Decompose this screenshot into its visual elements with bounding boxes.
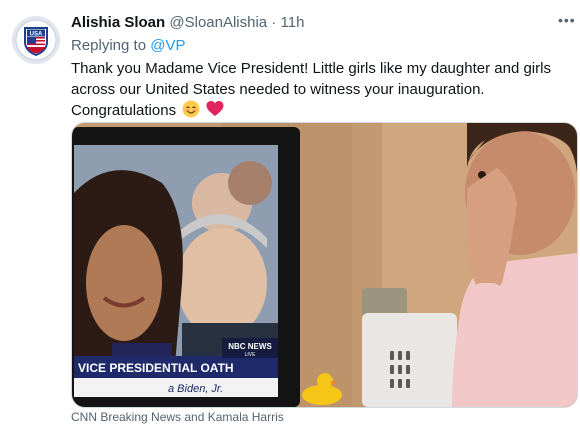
media-photo-girl-watching-tv: VICE PRESIDENTIAL OATH a Biden, Jr. NBC …	[72, 123, 577, 407]
replying-to: Replying to @VP	[71, 37, 185, 54]
smiling-face-emoji-icon	[182, 100, 200, 118]
replying-to-label: Replying to	[71, 37, 147, 54]
avatar[interactable]: USA	[12, 16, 60, 64]
tweet-header: Alishia Sloan @SloanAlishia · 11h	[71, 14, 551, 31]
timestamp[interactable]: 11h	[281, 14, 305, 31]
tv-man-face	[177, 228, 267, 338]
avatar-badge-text: USA	[30, 32, 43, 38]
author-name[interactable]: Alishia Sloan	[71, 14, 165, 31]
separator-dot: ·	[271, 14, 277, 31]
red-heart-emoji-icon	[206, 101, 224, 116]
replying-to-handle-link[interactable]: @VP	[150, 37, 185, 54]
tweet[interactable]: USA Alishia Sloan @SloanAlishia · 11h ••…	[0, 0, 580, 424]
more-options-icon[interactable]: •••	[558, 12, 576, 28]
girl-figure	[452, 123, 577, 407]
tweet-text-content: Thank you Madame Vice President! Little …	[71, 60, 551, 119]
tv-screen: VICE PRESIDENTIAL OATH a Biden, Jr. NBC …	[72, 127, 300, 407]
tv-woman-face	[86, 225, 162, 341]
tv-live-label: LIVE	[245, 352, 257, 358]
tv-banner-text: VICE PRESIDENTIAL OATH	[78, 361, 234, 375]
author-handle[interactable]: @SloanAlishia	[169, 14, 267, 31]
laundry-basket	[362, 313, 457, 407]
tweet-media-image[interactable]: VICE PRESIDENTIAL OATH a Biden, Jr. NBC …	[71, 122, 578, 408]
tv-subtext: a Biden, Jr.	[168, 383, 223, 395]
tv-network-label: NBC NEWS	[228, 342, 272, 351]
usa-shield-avatar-icon: USA	[12, 16, 60, 64]
tweet-text: Thank you Madame Vice President! Little …	[71, 58, 577, 121]
